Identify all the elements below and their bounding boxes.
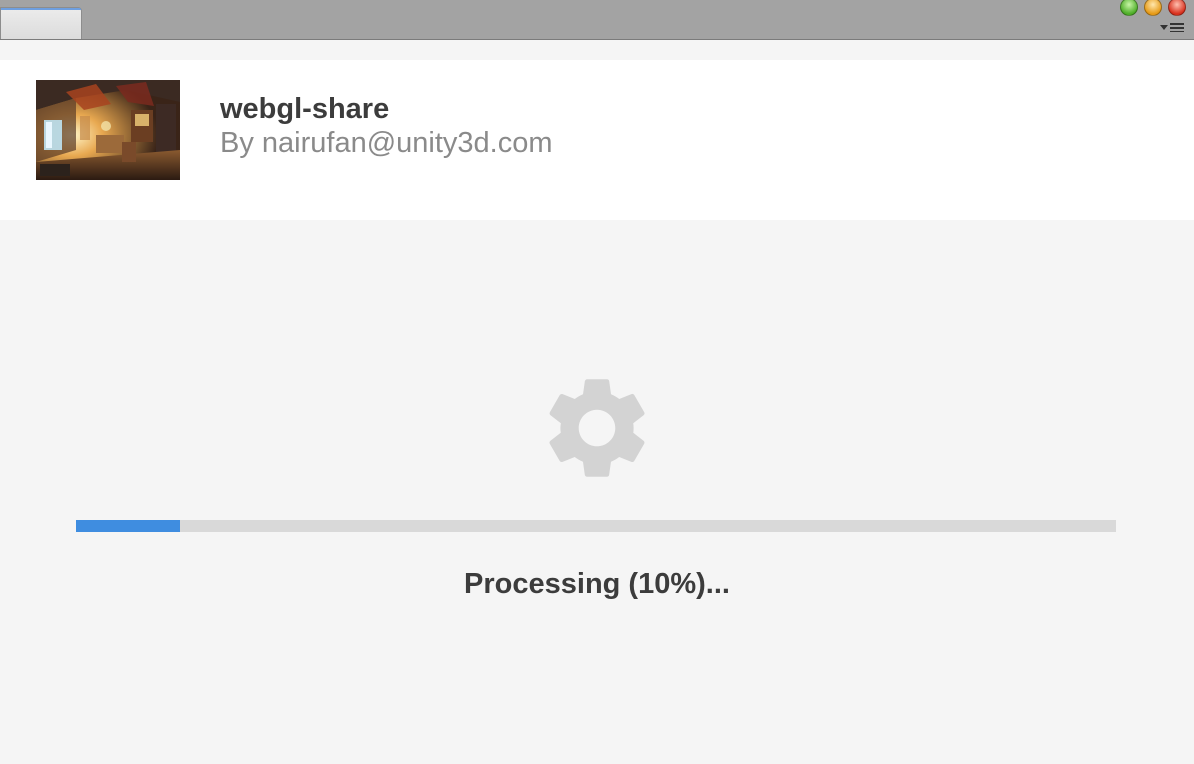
window-controls [1120, 0, 1186, 16]
project-thumbnail [36, 80, 180, 180]
gear-icon [536, 367, 658, 489]
close-icon[interactable] [1168, 0, 1186, 16]
dropdown-caret-icon [1160, 24, 1168, 30]
menu-bars-icon [1170, 22, 1184, 32]
unity-window: webgl-share By nairufan@unity3d.com Proc… [0, 0, 1194, 764]
hamburger-menu-icon[interactable] [1160, 20, 1186, 34]
toolbar-strip [0, 40, 1194, 60]
zoom-icon[interactable] [1144, 0, 1162, 16]
tab-bar [0, 0, 1194, 40]
project-author: By nairufan@unity3d.com [220, 127, 553, 159]
project-header: webgl-share By nairufan@unity3d.com [0, 60, 1194, 220]
progress-bar-fill [76, 520, 180, 532]
project-title: webgl-share [220, 93, 390, 125]
window-tab[interactable] [0, 7, 82, 39]
minimize-icon[interactable] [1120, 0, 1138, 16]
progress-bar [76, 520, 1116, 532]
processing-status: Processing (10%)... [464, 568, 730, 600]
